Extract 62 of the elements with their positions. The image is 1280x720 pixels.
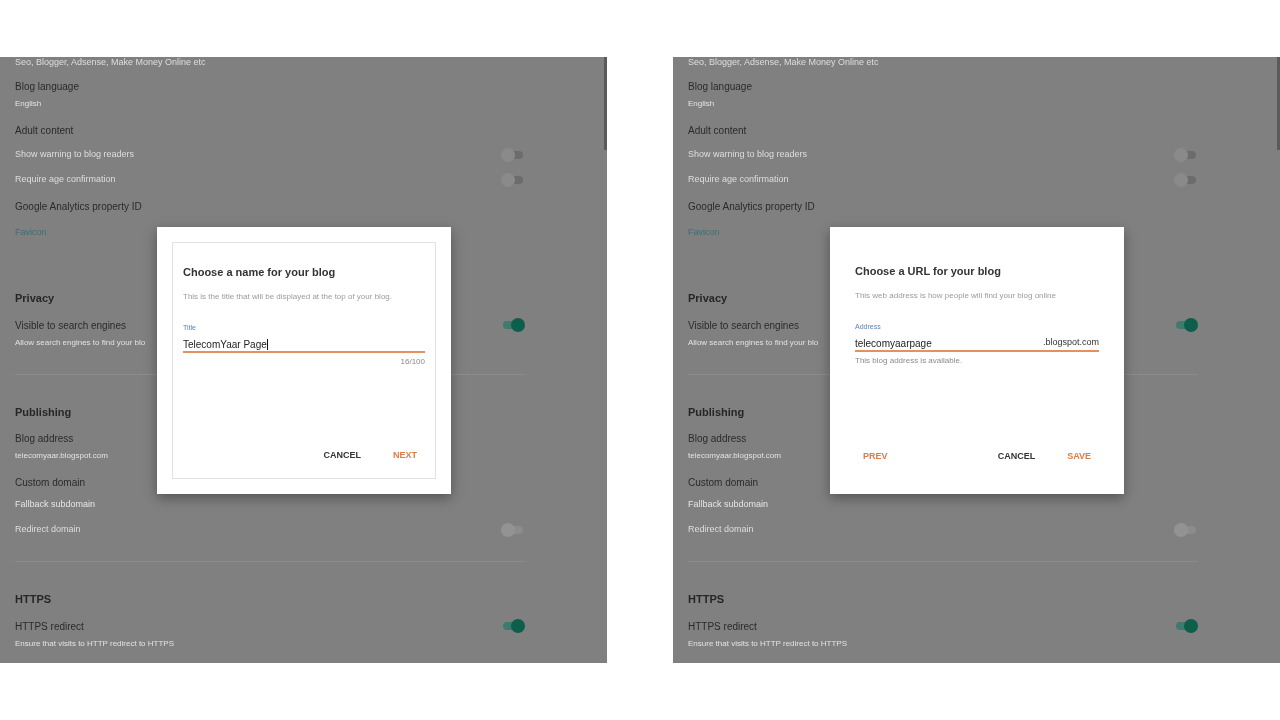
setting-value: Allow search engines to find your blo xyxy=(15,337,146,349)
dialog-button[interactable]: SAVE xyxy=(1059,445,1099,467)
section-heading: HTTPS xyxy=(15,591,52,607)
setting-label: Custom domain xyxy=(688,475,759,490)
section-heading: HTTPS xyxy=(688,591,725,607)
dialog-button[interactable]: CANCEL xyxy=(315,444,369,466)
setting-description: Seo, Blogger, Adsense, Make Money Online etc xyxy=(688,57,879,70)
section-heading: Publishing xyxy=(15,404,72,420)
toggle-switch[interactable] xyxy=(1174,318,1198,332)
setting-value: Allow search engines to find your blo xyxy=(688,337,819,349)
setting-label: Blog address xyxy=(688,431,747,446)
setting-option: Fallback subdomain xyxy=(15,498,96,512)
text-cursor xyxy=(266,338,268,350)
setting-label: Google Analytics property ID xyxy=(15,199,142,214)
dialog-description: This is the title that will be displayed at the top of your blog. xyxy=(183,290,393,303)
setting-label: HTTPS redirect xyxy=(15,619,84,634)
setting-label: Google Analytics property ID xyxy=(688,199,815,214)
toggle-switch[interactable] xyxy=(1174,148,1198,162)
setting-label: Visible to search engines xyxy=(15,318,126,333)
toggle-switch[interactable] xyxy=(501,318,525,332)
setting-description: Seo, Blogger, Adsense, Make Money Online etc xyxy=(15,57,206,70)
toggle-switch[interactable] xyxy=(501,619,525,633)
input-field[interactable]: TelecomYaar Page xyxy=(183,337,425,353)
setting-value: Ensure that visits to HTTP redirect to HTTPS xyxy=(688,638,847,650)
input-field[interactable]: telecomyaarpage .blogspot.com xyxy=(855,336,1099,352)
setting-label: Custom domain xyxy=(15,475,86,490)
setting-label: Blog language xyxy=(688,79,752,94)
setting-label: Blog language xyxy=(15,79,79,94)
section-heading: Publishing xyxy=(688,404,745,420)
scrollbar[interactable] xyxy=(604,57,607,150)
setting-label: HTTPS redirect xyxy=(688,619,757,634)
setting-label: Redirect domain xyxy=(688,523,754,537)
setting-label: Visible to search engines xyxy=(688,318,799,333)
setting-value: telecomyaar.blogspot.com xyxy=(688,450,781,462)
dialog-title: Choose a URL for your blog xyxy=(855,264,1002,279)
toggle-switch[interactable] xyxy=(501,148,525,162)
toggle-switch[interactable] xyxy=(1174,173,1198,187)
toggle-switch[interactable] xyxy=(1174,619,1198,633)
dialog-button[interactable]: PREV xyxy=(855,445,896,467)
section-heading: Privacy xyxy=(15,290,55,306)
dialog-button[interactable]: CANCEL xyxy=(989,445,1044,467)
character-counter: 16/100 xyxy=(400,356,425,368)
scrollbar[interactable] xyxy=(1277,57,1280,150)
setting-label: Require age confirmation xyxy=(688,173,789,187)
setting-label: Show warning to blog readers xyxy=(688,148,808,162)
setting-option: Fallback subdomain xyxy=(688,498,769,512)
setting-label: Adult content xyxy=(688,123,747,138)
setting-label: Blog address xyxy=(15,431,74,446)
setting-label: Adult content xyxy=(15,123,74,138)
dialog-button[interactable]: NEXT xyxy=(385,444,425,466)
setting-value: Ensure that visits to HTTP redirect to HTTPS xyxy=(15,638,174,650)
setting-label: Redirect domain xyxy=(15,523,81,537)
field-helper: This blog address is available. xyxy=(855,355,964,367)
dialog-title: Choose a name for your blog xyxy=(183,265,337,280)
setting-label: Show warning to blog readers xyxy=(15,148,135,162)
setting-label: Require age confirmation xyxy=(15,173,116,187)
setting-value: English xyxy=(15,98,42,110)
setting-value: telecomyaar.blogspot.com xyxy=(15,450,108,462)
dialog-description: This web address is how people will find your blog online xyxy=(855,289,1057,302)
setting-value: English xyxy=(688,98,715,110)
section-heading: Privacy xyxy=(688,290,728,306)
toggle-switch[interactable] xyxy=(501,173,525,187)
